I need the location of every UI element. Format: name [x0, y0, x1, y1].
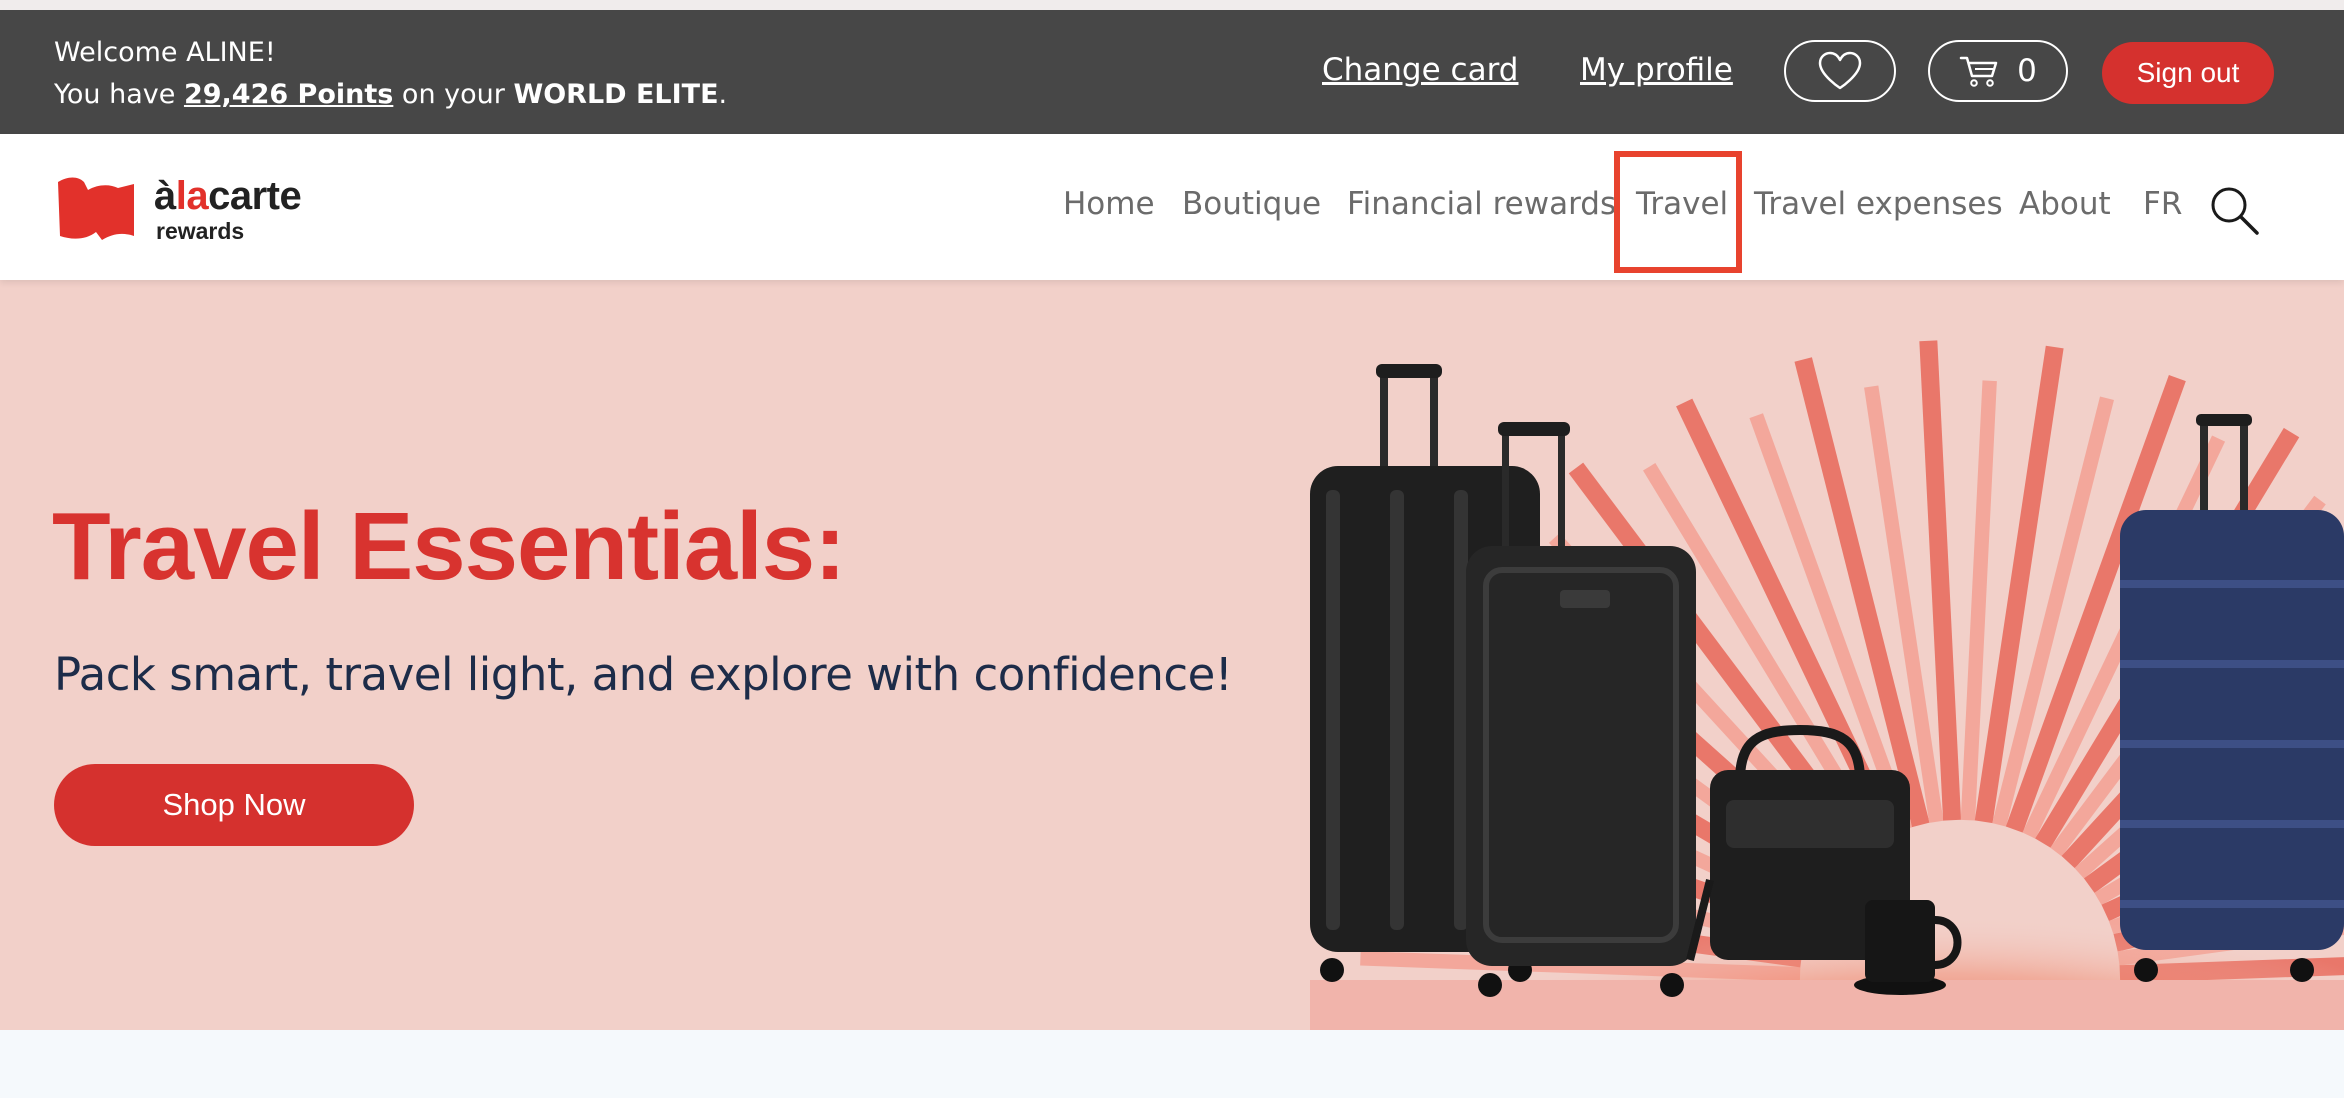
- page-below-hero: [0, 1030, 2344, 1098]
- nav-travel-expenses[interactable]: Travel expenses: [1754, 186, 2003, 222]
- account-bar: Welcome ALINE! You have 29,426 Points on…: [0, 10, 2344, 134]
- nav-boutique[interactable]: Boutique: [1182, 186, 1321, 222]
- cart-button[interactable]: 0: [1928, 40, 2068, 102]
- hero-banner: Travel Essentials: Pack smart, travel li…: [0, 280, 2344, 1030]
- logo-part-1: à: [154, 174, 176, 218]
- nav-language-fr[interactable]: FR: [2143, 186, 2182, 222]
- points-mid: on your: [393, 79, 514, 110]
- floor-shadow: [1310, 980, 2344, 1030]
- alacarte-logo[interactable]: àlacarte rewards: [56, 174, 336, 254]
- card-tier: WORLD ELITE: [513, 79, 719, 110]
- logo-wordmark: àlacarte: [154, 174, 302, 219]
- cart-icon: [1959, 56, 1998, 87]
- change-card-link[interactable]: Change card: [1322, 52, 1518, 88]
- hero-luggage-image: [1310, 340, 2344, 1030]
- navy-suitcase: [2120, 414, 2344, 982]
- points-suffix: .: [718, 79, 728, 110]
- heart-icon: [1818, 51, 1862, 90]
- logo-accent: la: [175, 174, 209, 218]
- search-button[interactable]: [2208, 184, 2260, 236]
- nav-home[interactable]: Home: [1063, 186, 1155, 222]
- welcome-text: Welcome ALINE!: [54, 37, 276, 68]
- nav-financial-rewards[interactable]: Financial rewards: [1347, 186, 1616, 222]
- points-summary: You have 29,426 Points on your WORLD ELI…: [54, 74, 727, 116]
- my-profile-link[interactable]: My profile: [1580, 52, 1733, 88]
- logo-flag-icon: [58, 177, 134, 240]
- hero-subtitle: Pack smart, travel light, and explore wi…: [54, 648, 1233, 701]
- sign-out-button[interactable]: Sign out: [2102, 42, 2274, 104]
- shop-now-button[interactable]: Shop Now: [54, 764, 414, 846]
- points-link[interactable]: 29,426 Points: [184, 79, 393, 110]
- logo-part-2: carte: [208, 174, 302, 218]
- welcome-message: Welcome ALINE! You have 29,426 Points on…: [54, 32, 727, 116]
- hero-title: Travel Essentials:: [52, 493, 846, 600]
- top-strip: [0, 0, 2344, 10]
- travel-highlight-box: [1614, 151, 1742, 273]
- main-nav: àlacarte rewards Home Boutique Financial…: [0, 134, 2344, 280]
- wishlist-button[interactable]: [1784, 40, 1896, 102]
- nav-about[interactable]: About: [2019, 186, 2111, 222]
- logo-subtext: rewards: [156, 218, 245, 244]
- search-icon: [2211, 187, 2259, 235]
- points-prefix: You have: [54, 79, 184, 110]
- cart-count: 0: [2017, 53, 2037, 89]
